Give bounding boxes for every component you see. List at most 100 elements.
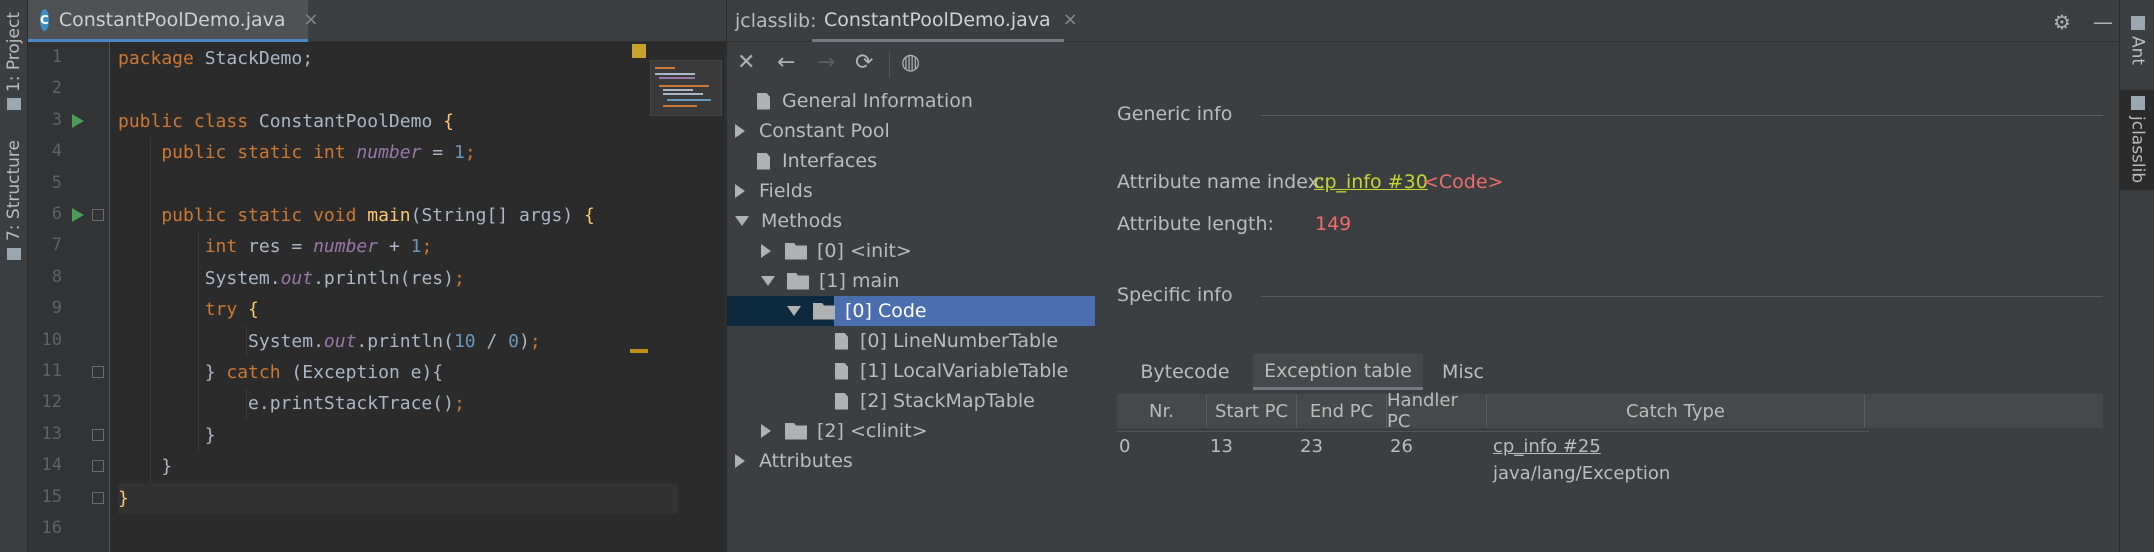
tree-node[interactable]: Interfaces — [735, 146, 877, 176]
tree-node[interactable]: Constant Pool — [735, 116, 890, 146]
fold-marker-icon[interactable] — [92, 460, 104, 473]
collapse-arrow-icon[interactable] — [787, 306, 801, 316]
code-line[interactable]: int res = number + 1; — [118, 231, 678, 262]
expand-arrow-icon[interactable] — [735, 124, 745, 138]
tree-node[interactable]: [0] LineNumberTable — [813, 326, 1058, 356]
structure-tool-tab[interactable]: 7: Structure — [0, 140, 28, 260]
code-line[interactable]: } catch (Exception e){ — [118, 357, 678, 388]
ant-tool-tab[interactable]: Ant — [2120, 10, 2154, 80]
gear-icon[interactable]: ⚙ — [2053, 10, 2071, 34]
code-token: { — [248, 299, 259, 321]
tree-node[interactable]: [2] <clinit> — [761, 416, 928, 446]
line-number: 12 — [41, 392, 62, 413]
code-line[interactable] — [118, 514, 678, 545]
table-row[interactable]: 0 13 23 26 cp_info #25 java/lang/Excepti… — [1117, 430, 1869, 490]
refresh-icon[interactable]: ⟳ — [855, 50, 873, 75]
fold-marker-icon[interactable] — [92, 428, 104, 441]
column-header-start-pc[interactable]: Start PC — [1207, 394, 1297, 428]
code-line[interactable]: } — [118, 420, 678, 451]
code-token: res = — [248, 236, 314, 258]
code-line[interactable]: } — [118, 451, 678, 482]
code-token: } — [118, 487, 129, 509]
code-line[interactable]: System.out.println(res); — [118, 263, 678, 294]
run-icon[interactable] — [72, 208, 84, 222]
tab-exception-table[interactable]: Exception table — [1253, 354, 1423, 390]
code-area[interactable]: package StackDemo; public class ConstantP… — [118, 42, 678, 552]
tree-node[interactable]: General Information — [735, 86, 973, 116]
code-token: public static void — [118, 205, 368, 226]
code-token: ; — [453, 267, 465, 289]
run-icon[interactable] — [72, 113, 84, 128]
editor-tab-constantpooldemo[interactable]: C ConstantPoolDemo.java × — [28, 0, 319, 42]
left-tool-strip: 1: Project 7: Structure — [0, 0, 28, 552]
editor-tab-title: ConstantPoolDemo.java — [58, 8, 286, 31]
fold-marker-icon[interactable] — [92, 366, 104, 378]
code-token: ; — [464, 142, 476, 164]
code-line[interactable]: System.out.println(10 / 0); — [118, 326, 678, 357]
close-icon[interactable]: ✕ — [737, 50, 755, 75]
column-header-catch-type[interactable]: Catch Type — [1487, 394, 1865, 428]
close-tab-icon[interactable]: × — [304, 9, 319, 30]
code-line[interactable]: public static void main(String[] args) { — [118, 200, 678, 231]
warning-marker[interactable] — [630, 349, 648, 353]
code-token: } — [118, 362, 227, 383]
tree-node[interactable]: Methods — [735, 206, 842, 236]
section-divider — [1261, 115, 2103, 116]
code-token: / — [475, 330, 509, 352]
expand-arrow-icon[interactable] — [735, 454, 745, 468]
section-divider — [1261, 296, 2103, 297]
file-icon — [757, 92, 770, 110]
file-icon — [835, 332, 848, 350]
jclasslib-tool-tab[interactable]: jclasslib — [2120, 90, 2154, 190]
expand-arrow-icon[interactable] — [761, 424, 771, 438]
tab-misc[interactable]: Misc — [1423, 354, 1503, 390]
code-line[interactable]: public static int number = 1; — [118, 137, 678, 168]
line-number: 6 — [51, 204, 62, 224]
code-line[interactable]: try { — [118, 294, 678, 325]
column-header-nr[interactable]: Nr. — [1117, 394, 1207, 428]
fold-marker-icon[interactable] — [92, 491, 104, 504]
browser-globe-icon[interactable]: ◍ — [901, 50, 920, 75]
forward-arrow-icon[interactable]: → — [817, 50, 835, 75]
tree-node-label: General Information — [782, 90, 973, 112]
fold-marker-icon[interactable] — [92, 209, 104, 221]
line-number: 4 — [51, 141, 62, 162]
code-line[interactable]: public class ConstantPoolDemo { — [118, 106, 678, 137]
inspection-status-icon[interactable] — [632, 44, 646, 58]
tree-node[interactable]: [1] main — [761, 266, 899, 296]
column-header-handler-pc[interactable]: Handler PC — [1387, 390, 1487, 432]
code-line[interactable]: } — [118, 482, 678, 514]
project-tool-tab[interactable]: 1: Project — [0, 6, 28, 116]
line-number: 10 — [41, 329, 62, 350]
tree-node-label: [2] StackMapTable — [860, 390, 1035, 412]
code-line[interactable] — [118, 74, 678, 105]
column-header-end-pc[interactable]: End PC — [1297, 394, 1387, 428]
folder-icon — [813, 302, 835, 320]
close-tab-icon[interactable]: × — [1063, 9, 1078, 30]
expand-arrow-icon[interactable] — [735, 184, 745, 198]
generic-info-title: Generic info — [1117, 103, 1233, 125]
tab-bytecode[interactable]: Bytecode — [1117, 354, 1253, 390]
code-line[interactable]: e.printStackTrace(); — [118, 388, 678, 419]
jclasslib-tab-constantpooldemo[interactable]: ConstantPoolDemo.java × — [812, 0, 1078, 42]
tree-node-label: [1] LocalVariableTable — [860, 360, 1069, 382]
attribute-name-link[interactable]: cp_info #30 — [1314, 171, 1428, 193]
code-line[interactable]: package StackDemo; — [118, 43, 678, 74]
minimize-icon[interactable]: — — [2093, 10, 2113, 34]
tree-node[interactable]: [0] Code — [787, 296, 927, 326]
jclasslib-panel-label: jclasslib: — [735, 10, 817, 32]
tree-node[interactable]: [2] StackMapTable — [813, 386, 1035, 416]
code-token: number — [356, 142, 422, 164]
expand-arrow-icon[interactable] — [761, 244, 771, 258]
line-number: 15 — [41, 486, 62, 507]
collapse-arrow-icon[interactable] — [735, 216, 749, 226]
back-arrow-icon[interactable]: ← — [777, 50, 795, 75]
catch-type-link[interactable]: cp_info #25 — [1493, 436, 1601, 457]
code-line[interactable] — [118, 169, 678, 200]
tree-node[interactable]: Attributes — [735, 446, 853, 476]
tree-node[interactable]: [1] LocalVariableTable — [813, 356, 1068, 386]
collapse-arrow-icon[interactable] — [761, 276, 775, 286]
tree-node[interactable]: Fields — [735, 176, 813, 206]
ant-icon — [2130, 16, 2145, 30]
tree-node[interactable]: [0] <init> — [761, 236, 912, 266]
